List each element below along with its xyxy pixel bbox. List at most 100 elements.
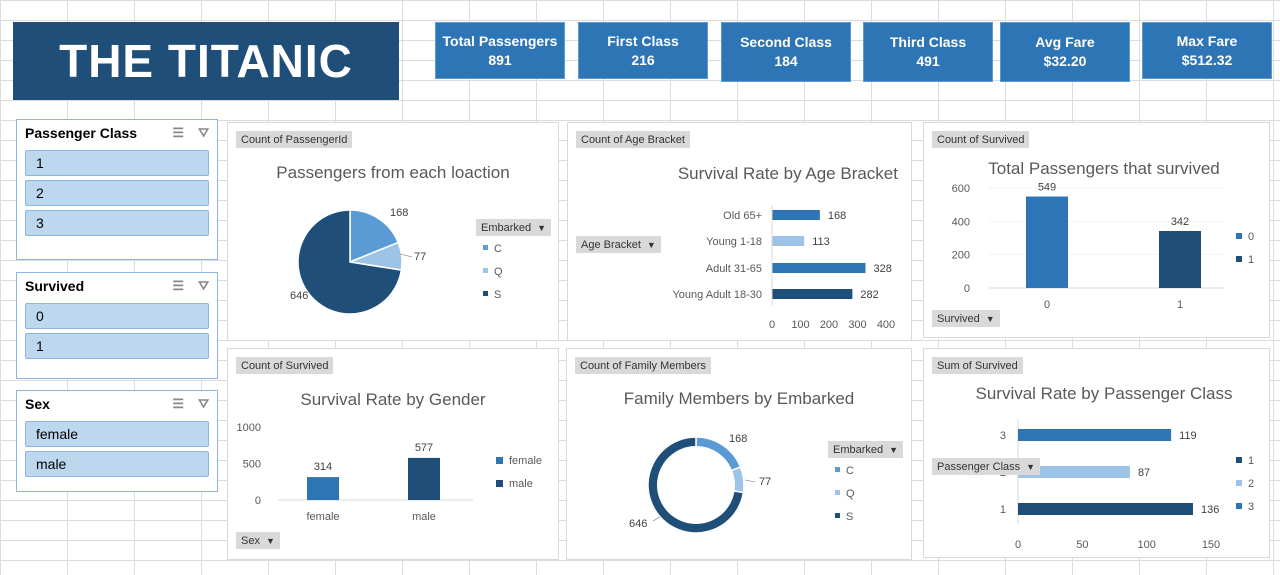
kpi-value: 891 <box>488 51 512 68</box>
tick-label: 200 <box>952 250 970 262</box>
category-label: male <box>412 511 436 523</box>
slicer-item[interactable]: 3 <box>25 210 209 236</box>
bar <box>408 457 440 500</box>
legend-swatch <box>496 457 503 464</box>
legend-label: C <box>846 465 854 477</box>
slicer-item[interactable]: female <box>25 421 209 447</box>
slicer-title: Sex <box>25 396 50 412</box>
slicer-title: Passenger Class <box>25 125 138 141</box>
data-label: 342 <box>1171 216 1189 228</box>
multi-select-icon[interactable]: ☰ <box>172 125 184 141</box>
bar <box>772 289 853 299</box>
data-label: 113 <box>812 236 830 248</box>
legend-swatch <box>483 245 488 250</box>
tick-label: 0 <box>255 495 261 507</box>
donut-hole <box>657 446 735 524</box>
dropdown-arrow-icon: ▼ <box>985 313 995 324</box>
dropdown-arrow-icon: ▼ <box>1026 461 1036 472</box>
legend-swatch <box>483 291 488 296</box>
category-label: female <box>306 511 339 523</box>
legend-field-button[interactable]: Embarked ▼ <box>828 441 904 458</box>
legend-field-button[interactable]: Embarked ▼ <box>476 219 552 236</box>
multi-select-icon[interactable]: ☰ <box>172 278 184 294</box>
data-label: 87 <box>1138 467 1150 479</box>
kpi-max-fare: Max Fare $512.32 <box>1142 22 1272 79</box>
tick-label: 50 <box>1076 539 1088 551</box>
legend-label: male <box>509 478 533 490</box>
clear-filter-icon[interactable]: ⛛ <box>198 396 209 412</box>
survived-bar-chart: 0 200 400 600 549 0 342 1 0 1 <box>952 182 1254 312</box>
dropdown-arrow-icon: ▼ <box>537 222 547 233</box>
category-label: Adult 31-65 <box>706 263 762 275</box>
legend-swatch <box>835 467 840 472</box>
data-label: 168 <box>828 210 846 222</box>
kpi-value: $32.20 <box>1043 53 1087 69</box>
field-button-label: Age Bracket <box>581 238 641 251</box>
slicer-item[interactable]: 1 <box>25 333 209 359</box>
kpi-value: 184 <box>774 53 798 69</box>
kpi-label: Avg Fare <box>1035 34 1095 50</box>
legend-label: S <box>846 511 853 523</box>
slicer-passenger-class: Passenger Class ☰ ⛛ 1 2 3 <box>16 119 218 260</box>
data-label: 77 <box>759 476 771 488</box>
kpi-label: Total Passengers <box>442 32 558 49</box>
bar <box>772 263 866 273</box>
legend-label: C <box>494 243 502 255</box>
slicer-item[interactable]: 2 <box>25 180 209 206</box>
kpi-label: Max Fare <box>1176 32 1238 49</box>
chart-panel-gender: Count of Survived Survival Rate by Gende… <box>227 348 559 560</box>
bar <box>772 236 805 246</box>
kpi-label: Second Class <box>740 34 832 50</box>
kpi-value: 491 <box>916 53 940 69</box>
slicer-item[interactable]: 0 <box>25 303 209 329</box>
leader-line <box>652 516 661 522</box>
data-label: 646 <box>290 290 308 302</box>
legend-swatch <box>835 513 840 518</box>
passenger-class-bar-chart: 11938721361050100150123 <box>1000 419 1254 551</box>
clear-filter-icon[interactable]: ⛛ <box>198 278 209 294</box>
category-label: 1 <box>1000 504 1006 516</box>
legend-swatch <box>1236 256 1242 262</box>
legend-label: 1 <box>1248 254 1254 266</box>
dropdown-arrow-icon: ▼ <box>265 535 275 546</box>
data-label: 314 <box>314 461 332 473</box>
bar <box>1159 231 1201 288</box>
category-label: 3 <box>1000 430 1006 442</box>
legend-label: 2 <box>1248 478 1254 490</box>
kpi-avg-fare: Avg Fare $32.20 <box>1000 22 1130 82</box>
age-bracket-bar-chart: 168 Old 65+ 113 Young 1-18 328 Adult 31-65 282… <box>672 205 895 331</box>
legend-label: 3 <box>1248 501 1254 513</box>
chart-panel-family-members: Count of Family Members Family Members b… <box>566 348 912 560</box>
tick-label: 600 <box>952 183 970 195</box>
dropdown-arrow-icon: ▼ <box>646 239 656 250</box>
legend-swatch <box>1236 233 1242 239</box>
category-label: 1 <box>1177 299 1183 311</box>
axis-field-button[interactable]: Survived ▼ <box>932 310 1000 327</box>
data-label: 77 <box>414 251 426 263</box>
tick-label: 0 <box>1015 539 1021 551</box>
data-label: 282 <box>860 289 878 301</box>
tick-label: 1000 <box>237 422 261 434</box>
axis-field-button[interactable]: Passenger Class ▼ <box>932 458 1041 475</box>
tick-label: 0 <box>964 283 970 295</box>
chart-panel-embarked-pie: Count of PassengerId Passengers from eac… <box>227 122 559 341</box>
kpi-total-passengers: Total Passengers 891 <box>435 22 565 79</box>
slicer-item[interactable]: 1 <box>25 150 209 176</box>
axis-field-button[interactable]: Sex ▼ <box>236 532 280 549</box>
tick-label: 500 <box>243 459 261 471</box>
legend-label: Q <box>494 266 503 278</box>
gender-bar-chart: 0 500 1000 314 female 577 male female male <box>237 422 543 523</box>
clear-filter-icon[interactable]: ⛛ <box>198 125 209 141</box>
bar <box>1026 196 1068 288</box>
tick-label: 100 <box>1137 539 1155 551</box>
kpi-label: Third Class <box>889 34 967 50</box>
field-button-label: Embarked <box>833 443 884 456</box>
multi-select-icon[interactable]: ☰ <box>172 396 184 412</box>
dropdown-arrow-icon: ▼ <box>889 444 899 455</box>
legend-label: 0 <box>1248 231 1254 243</box>
slicer-item[interactable]: male <box>25 451 209 477</box>
tick-label: 400 <box>952 216 970 228</box>
category-label: Old 65+ <box>723 210 762 222</box>
axis-field-button[interactable]: Age Bracket ▼ <box>576 236 661 253</box>
chart-panel-survived: Count of Survived Total Passengers that … <box>923 122 1270 338</box>
